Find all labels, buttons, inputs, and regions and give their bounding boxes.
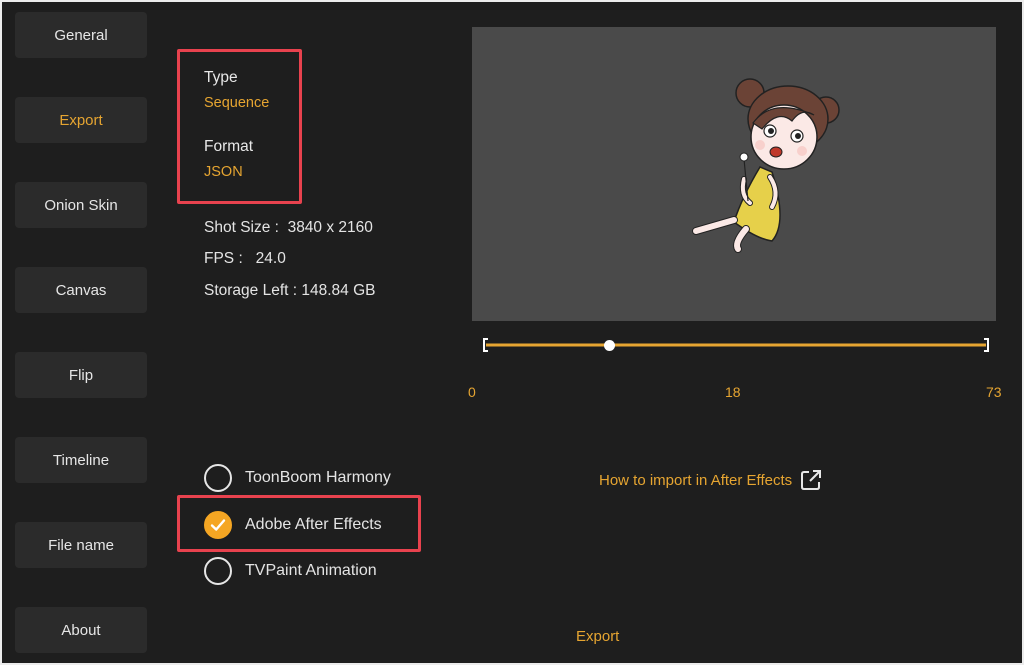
option-toonboom-harmony[interactable]: ToonBoom Harmony (204, 464, 391, 492)
sidebar-item-file-name[interactable]: File name (15, 522, 147, 568)
radio-unchecked-icon[interactable] (204, 557, 232, 585)
range-start-label: 0 (468, 384, 476, 400)
character-illustration (692, 78, 840, 253)
option-tvpaint-animation[interactable]: TVPaint Animation (204, 557, 377, 585)
export-button[interactable]: Export (576, 628, 619, 645)
slider-thumb[interactable] (604, 340, 615, 351)
how-to-import-link[interactable]: How to import in After Effects (599, 469, 822, 491)
option-label: ToonBoom Harmony (245, 469, 391, 486)
shot-size-text: Shot Size : 3840 x 2160 (204, 219, 373, 236)
highlight-box-after-effects (177, 495, 421, 552)
sidebar-item-onion-skin[interactable]: Onion Skin (15, 182, 147, 228)
sidebar-item-flip[interactable]: Flip (15, 352, 147, 398)
sidebar-item-about[interactable]: About (15, 607, 147, 653)
storage-left-text: Storage Left : 148.84 GB (204, 282, 376, 299)
link-label: How to import in After Effects (599, 471, 793, 489)
frame-range-track (483, 338, 989, 352)
highlight-box-type-format (177, 49, 302, 204)
sidebar-item-general[interactable]: General (15, 12, 147, 58)
external-link-icon (801, 470, 822, 490)
export-settings-window: General Export Onion Skin Canvas Flip Ti… (2, 2, 1022, 663)
range-end-label: 73 (986, 384, 1002, 400)
animation-preview (472, 27, 996, 321)
frame-range-slider[interactable] (482, 338, 990, 354)
option-label: TVPaint Animation (245, 562, 377, 579)
radio-unchecked-icon[interactable] (204, 464, 232, 492)
fps-text: FPS : 24.0 (204, 250, 286, 267)
sidebar-item-canvas[interactable]: Canvas (15, 267, 147, 313)
sidebar-item-timeline[interactable]: Timeline (15, 437, 147, 483)
sidebar-item-export[interactable]: Export (15, 97, 147, 143)
current-frame-label: 18 (725, 384, 741, 400)
